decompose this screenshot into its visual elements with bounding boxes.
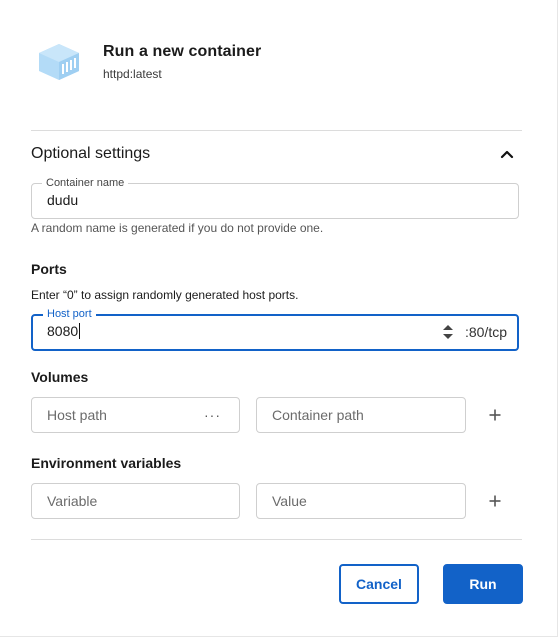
env-variable-field[interactable]: Variable (31, 483, 240, 519)
number-stepper-icon[interactable] (442, 324, 454, 340)
host-port-field[interactable]: Host port 8080 :80/tcp (31, 307, 519, 351)
host-port-input[interactable]: 8080 (47, 323, 81, 339)
browse-more-icon[interactable]: ··· (204, 407, 221, 423)
container-name-value: dudu (47, 192, 79, 208)
container-port-suffix: :80/tcp (464, 324, 507, 340)
run-container-dialog: Run a new container httpd:latest Optiona… (0, 0, 558, 637)
image-name: httpd:latest (103, 67, 162, 81)
container-name-field[interactable]: Container name dudu (31, 176, 519, 219)
ports-hint: Enter “0” to assign randomly generated h… (31, 288, 299, 302)
container-path-field[interactable]: Container path (256, 397, 466, 433)
env-value-field[interactable]: Value (256, 483, 466, 519)
host-path-field[interactable]: Host path ··· (31, 397, 240, 433)
divider (31, 130, 522, 131)
optional-settings-toggle[interactable]: Optional settings (31, 142, 522, 168)
cancel-button[interactable]: Cancel (339, 564, 419, 604)
volumes-title: Volumes (31, 369, 89, 385)
container-path-placeholder: Container path (272, 407, 364, 423)
add-volume-icon[interactable] (488, 408, 502, 422)
host-path-placeholder: Host path (47, 407, 107, 423)
env-variable-placeholder: Variable (47, 493, 98, 509)
container-name-helper: A random name is generated if you do not… (31, 221, 324, 235)
divider (31, 539, 522, 540)
env-value-placeholder: Value (272, 493, 307, 509)
container-name-label: Container name (42, 176, 129, 190)
chevron-up-icon (500, 150, 514, 159)
host-port-label: Host port (43, 307, 96, 321)
env-vars-title: Environment variables (31, 455, 182, 471)
section-title: Optional settings (31, 145, 151, 162)
add-env-var-icon[interactable] (488, 494, 502, 508)
run-button[interactable]: Run (443, 564, 523, 604)
ports-title: Ports (31, 261, 67, 277)
container-box-icon (39, 44, 79, 80)
dialog-title: Run a new container (103, 43, 262, 60)
